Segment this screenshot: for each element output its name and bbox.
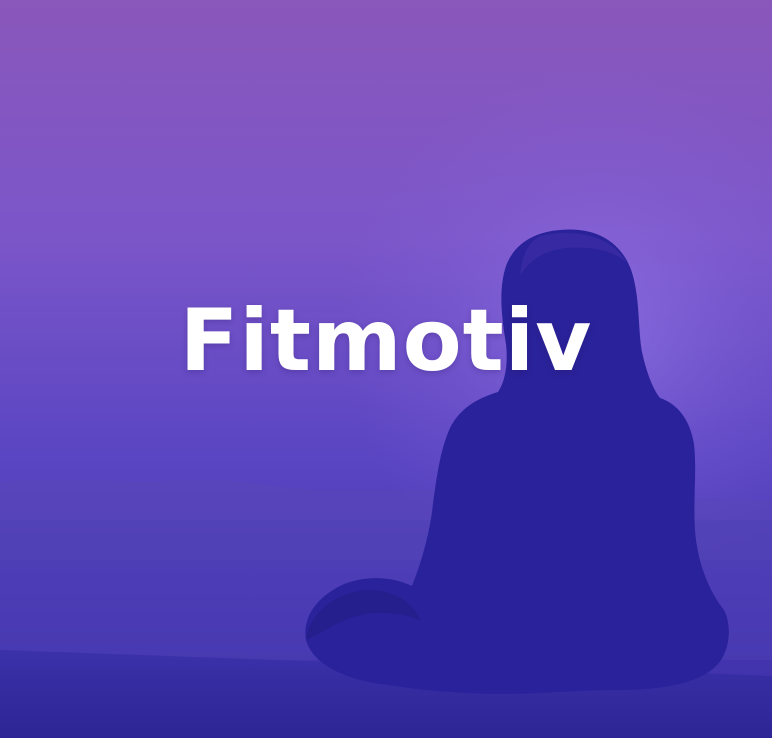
app-title: Fitmotiv	[179, 291, 593, 391]
splash-screen: Fitmotiv	[0, 0, 772, 738]
